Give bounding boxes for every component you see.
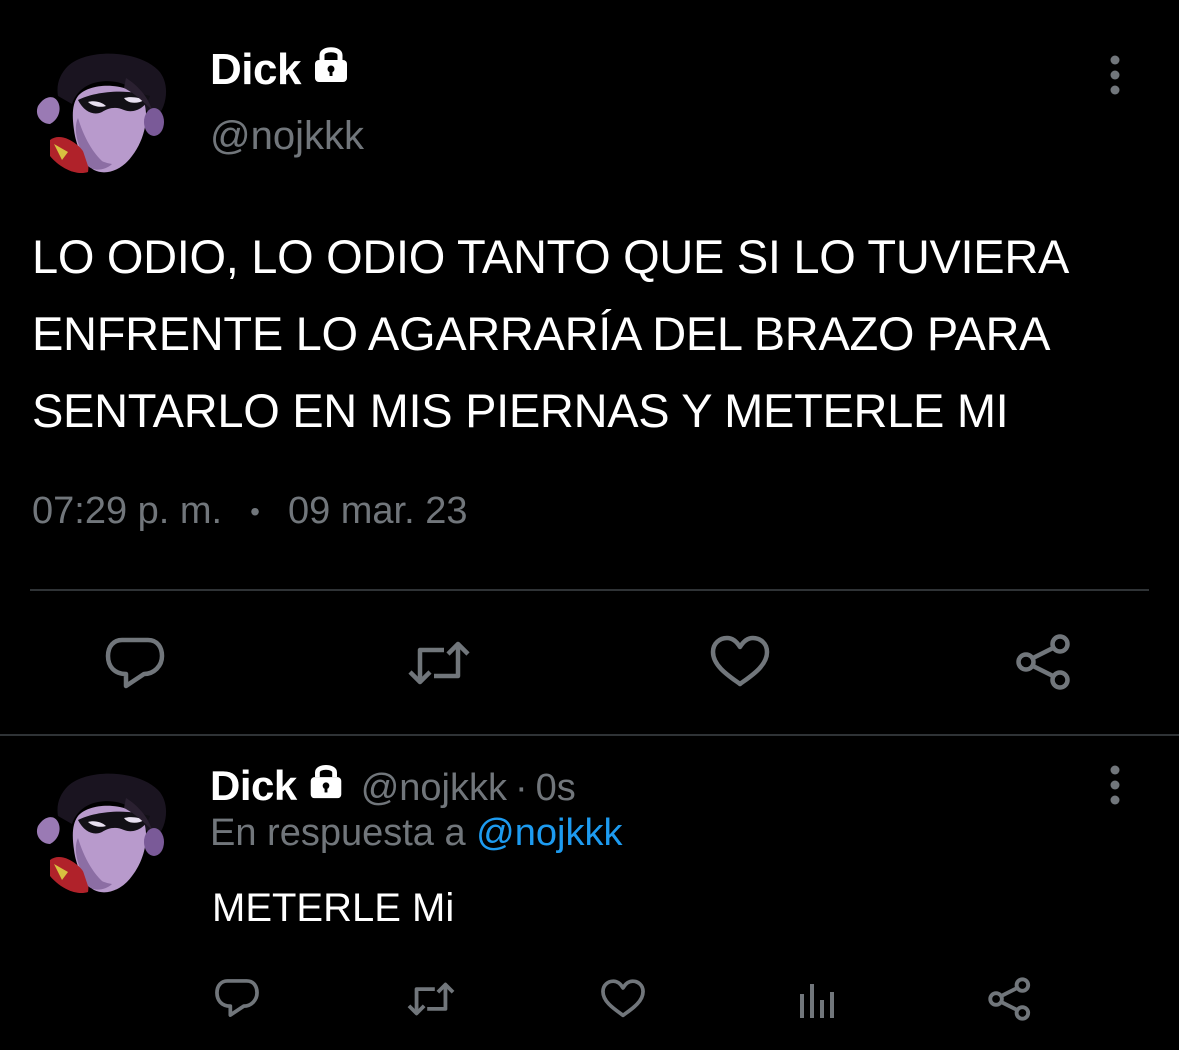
- share-icon: [988, 977, 1031, 1021]
- user-handle[interactable]: @nojkkk: [210, 114, 364, 159]
- reply-reply-button[interactable]: [214, 976, 260, 1020]
- reply-like-button[interactable]: [600, 978, 646, 1020]
- tweet-timestamp[interactable]: 07:29 p. m. • 09 mar. 23: [32, 490, 468, 533]
- share-icon: [1016, 634, 1070, 690]
- retweet-icon: [407, 982, 455, 1016]
- reply-avatar[interactable]: [28, 768, 178, 898]
- heart-icon: [601, 979, 645, 1018]
- reply-icon: [215, 979, 259, 1017]
- tweet-text: LO ODIO, LO ODIO TANTO QUE SI LO TUVIERA…: [32, 230, 1067, 437]
- retweet-button[interactable]: [404, 638, 474, 688]
- reply-display-name[interactable]: Dick: [210, 760, 347, 812]
- lock-icon: [305, 760, 347, 812]
- reply-views-button[interactable]: [796, 980, 838, 1020]
- more-vertical-icon[interactable]: [1101, 764, 1129, 813]
- reply-display-name-text: Dick: [210, 762, 297, 809]
- retweet-icon: [408, 641, 470, 685]
- reply-header: Dick @nojkkk · 0s: [210, 760, 576, 812]
- reply-share-button[interactable]: [986, 976, 1034, 1022]
- analytics-icon: [800, 984, 834, 1018]
- section-divider: [0, 734, 1179, 736]
- reply-retweet-button[interactable]: [404, 980, 458, 1018]
- tweet-date: 09 mar. 23: [287, 490, 468, 532]
- tweet-time: 07:29 p. m.: [32, 490, 223, 532]
- avatar-image: [36, 53, 167, 174]
- like-button[interactable]: [709, 634, 771, 690]
- reply-mention-link[interactable]: @nojkkk: [476, 812, 622, 854]
- reply-prefix: En respuesta a: [210, 812, 466, 854]
- reply-button[interactable]: [104, 634, 166, 692]
- meta-separator: •: [250, 495, 260, 527]
- lock-icon: [309, 42, 353, 97]
- more-vertical-icon[interactable]: [1101, 54, 1129, 103]
- divider: [30, 589, 1149, 591]
- display-name[interactable]: Dick: [210, 42, 353, 97]
- reply-icon: [105, 637, 165, 689]
- display-name-text: Dick: [210, 44, 301, 94]
- avatar-image: [36, 773, 167, 894]
- heart-icon: [710, 635, 770, 687]
- reply-user-handle[interactable]: @nojkkk: [361, 767, 507, 810]
- reply-timestamp[interactable]: 0s: [536, 767, 576, 810]
- reply-text: METERLE Mi: [212, 886, 455, 930]
- reply-separator: ·: [515, 767, 528, 809]
- reply-context: En respuesta a @nojkkk: [210, 812, 622, 855]
- share-button[interactable]: [1013, 633, 1075, 691]
- avatar[interactable]: [28, 48, 178, 178]
